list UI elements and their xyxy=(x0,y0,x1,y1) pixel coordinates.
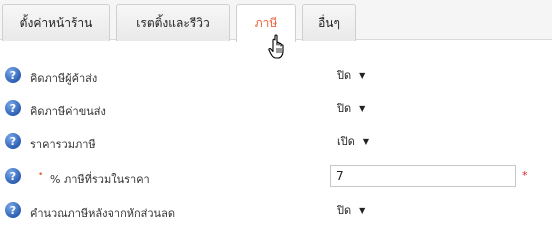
price-includes-tax-select[interactable]: เปิด ▼ xyxy=(332,132,370,150)
wholesale-tax-select[interactable]: ปิด ▼ xyxy=(332,66,366,84)
help-icon[interactable]: ? xyxy=(5,168,21,184)
select-value: เปิด xyxy=(337,135,355,148)
help-icon[interactable]: ? xyxy=(5,100,21,116)
tab-store-settings[interactable]: ตั้งค่าหน้าร้าน xyxy=(2,4,110,41)
tab-tax[interactable]: ภาษี xyxy=(236,4,296,42)
help-icon[interactable]: ? xyxy=(5,67,21,83)
tab-bar: ตั้งค่าหน้าร้าน เรตติ้งและรีวิว ภาษี อื่… xyxy=(0,0,552,42)
bullet-icon: • xyxy=(38,170,44,180)
chevron-down-icon: ▼ xyxy=(359,70,366,80)
select-value: ปิด xyxy=(337,69,352,82)
tax-percent-input[interactable] xyxy=(330,165,516,187)
chevron-down-icon: ▼ xyxy=(362,136,370,146)
help-icon[interactable]: ? xyxy=(5,133,21,149)
setting-label: ราคารวมภาษี xyxy=(30,138,96,151)
required-mark: * xyxy=(522,169,528,182)
tab-others[interactable]: อื่นๆ xyxy=(302,4,356,41)
setting-label: คำนวณภาษีหลังจากหักส่วนลด xyxy=(30,207,175,220)
tab-label: ภาษี xyxy=(254,16,278,30)
select-value: ปิด xyxy=(337,204,352,217)
chevron-down-icon: ▼ xyxy=(359,103,366,113)
setting-label: คิดภาษีผู้ค้าส่ง xyxy=(30,72,98,85)
shipping-tax-select[interactable]: ปิด ▼ xyxy=(332,99,366,117)
setting-row-tax-percent: ? • % ภาษีที่รวมในราคา * xyxy=(0,164,552,190)
tab-label: อื่นๆ xyxy=(318,15,340,30)
tax-after-discount-select[interactable]: ปิด ▼ xyxy=(332,201,366,219)
setting-label: % ภาษีที่รวมในราคา xyxy=(50,173,150,186)
chevron-down-icon: ▼ xyxy=(359,205,366,215)
setting-row-price-includes-tax: ? ราคารวมภาษี เปิด ▼ xyxy=(0,129,552,155)
select-value: ปิด xyxy=(337,102,352,115)
setting-row-tax-after-discount: ? คำนวณภาษีหลังจากหักส่วนลด ปิด ▼ xyxy=(0,198,552,224)
tab-ratings-reviews[interactable]: เรตติ้งและรีวิว xyxy=(116,4,230,41)
setting-row-shipping-tax: ? คิดภาษีค่าขนส่ง ปิด ▼ xyxy=(0,96,552,122)
help-icon[interactable]: ? xyxy=(5,202,21,218)
setting-label: คิดภาษีค่าขนส่ง xyxy=(30,105,106,118)
tab-label: เรตติ้งและรีวิว xyxy=(136,15,210,30)
tab-label: ตั้งค่าหน้าร้าน xyxy=(19,15,93,30)
setting-row-wholesale-tax: ? คิดภาษีผู้ค้าส่ง ปิด ▼ xyxy=(0,63,552,89)
